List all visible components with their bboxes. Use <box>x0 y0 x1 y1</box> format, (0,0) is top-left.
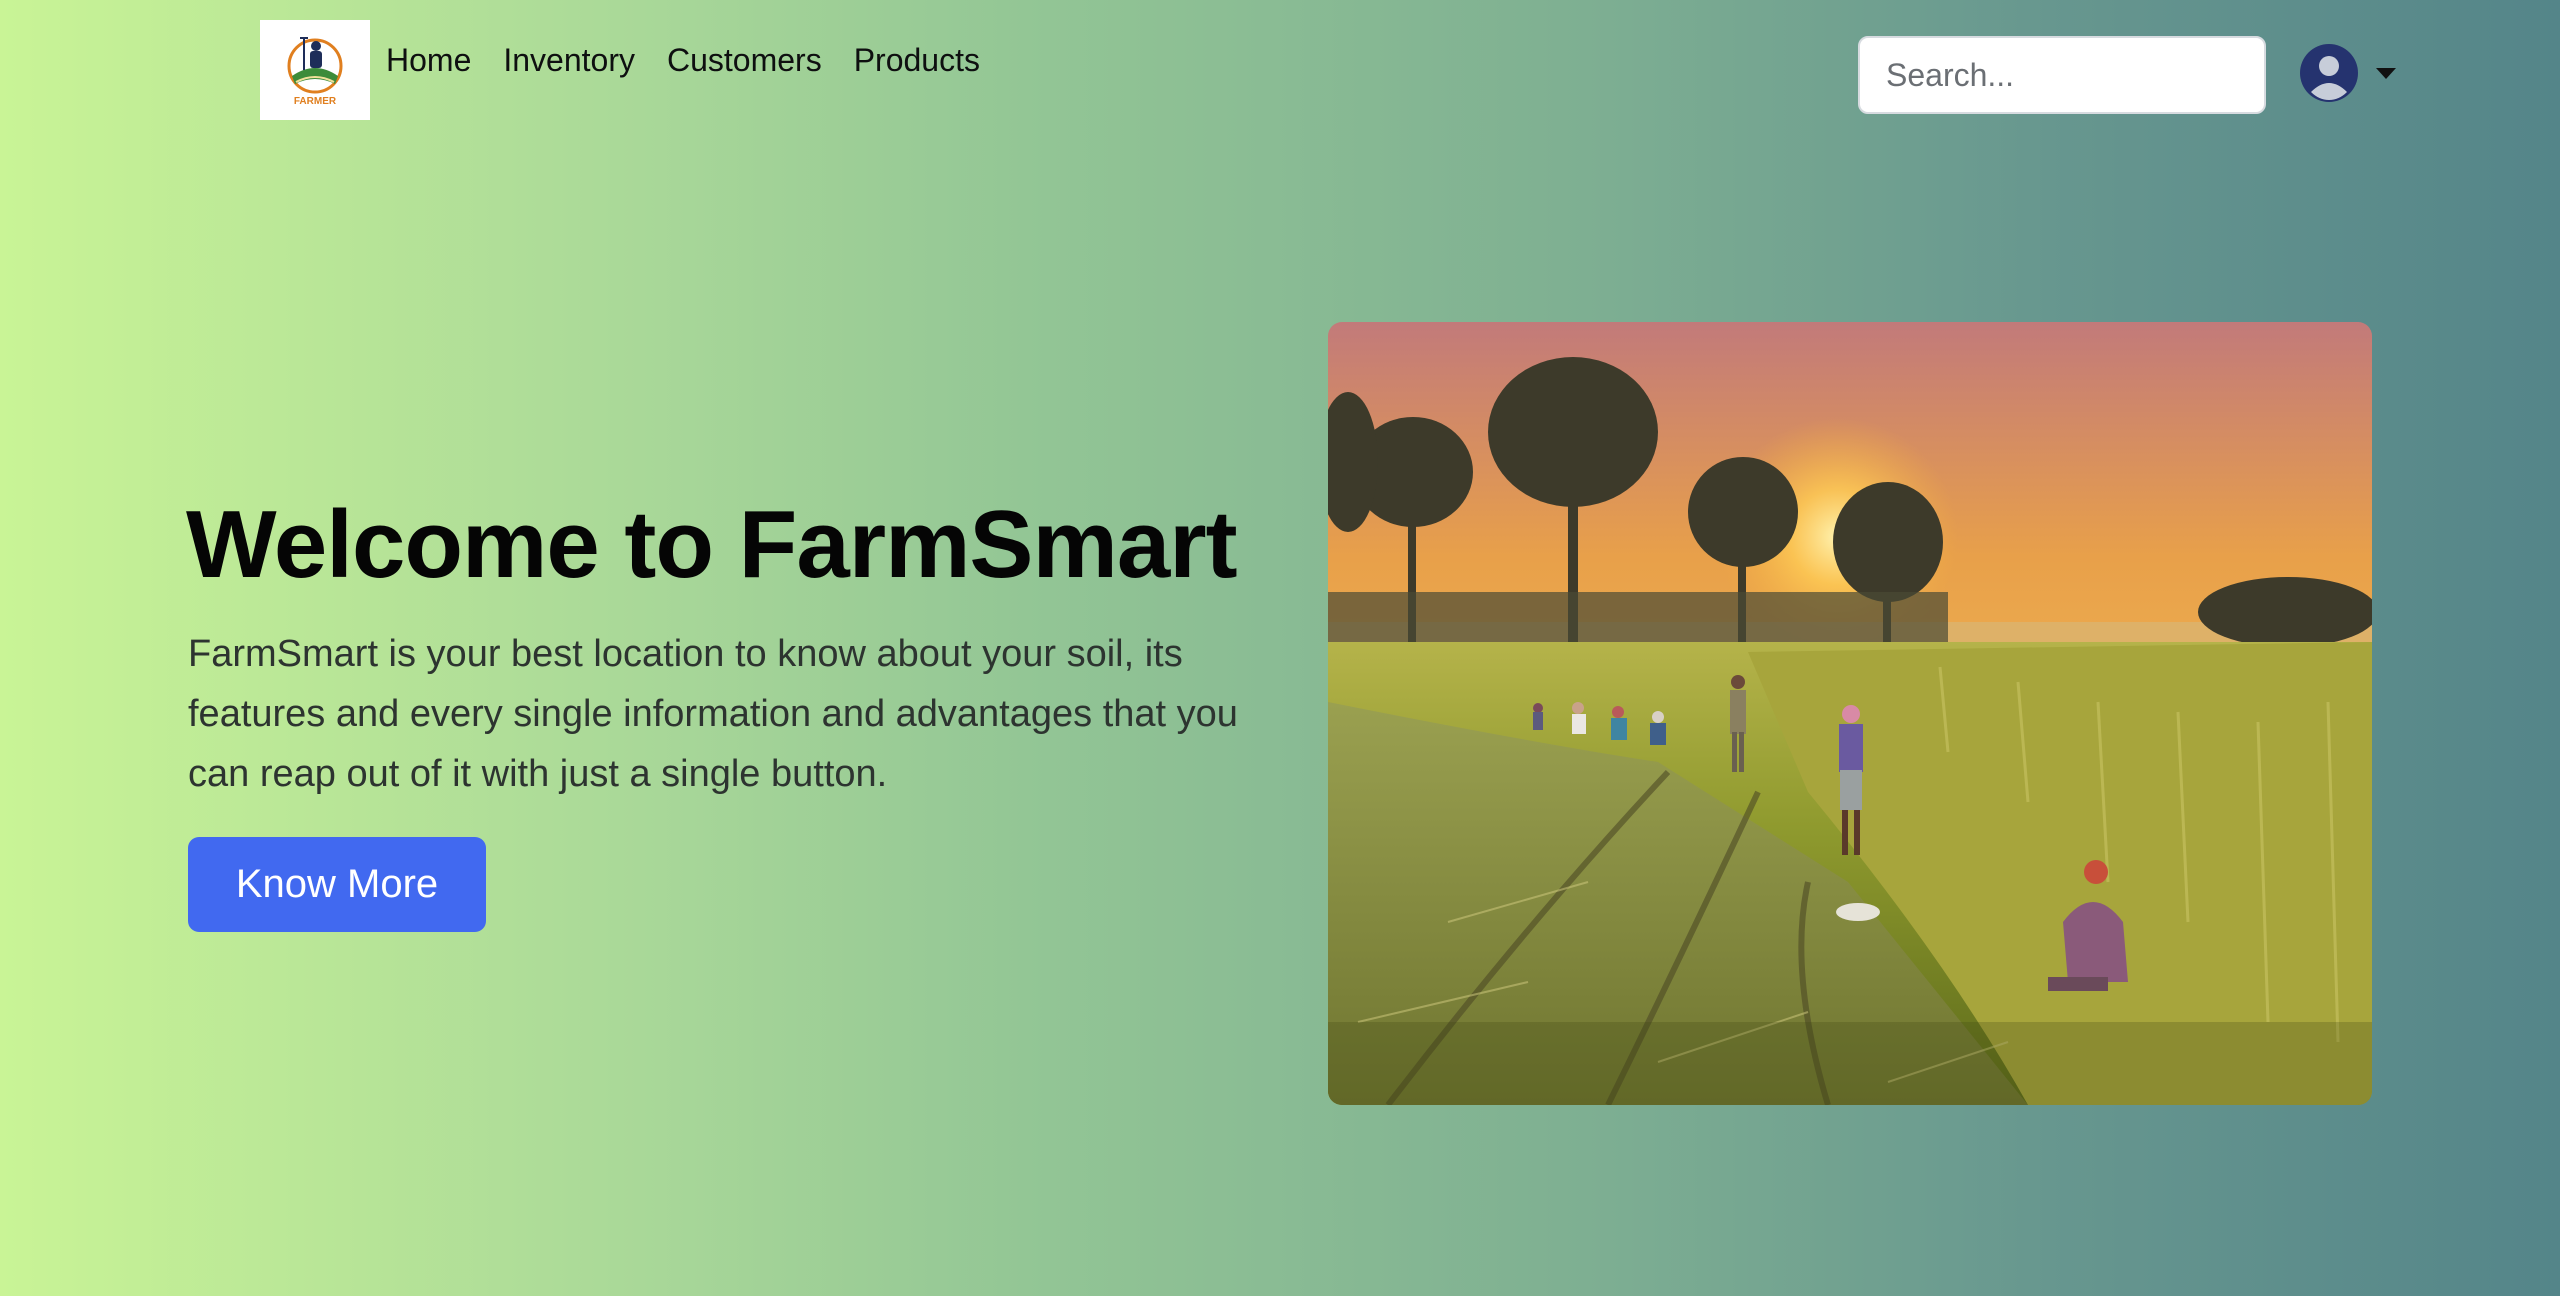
know-more-button[interactable]: Know More <box>188 837 486 932</box>
hero-description: FarmSmart is your best location to know … <box>188 633 1238 795</box>
nav-link-products[interactable]: Products <box>854 38 980 82</box>
nav-link-inventory[interactable]: Inventory <box>503 38 635 82</box>
caret-down-icon <box>2376 67 2396 79</box>
search-input[interactable] <box>1858 36 2266 114</box>
user-menu-toggle[interactable] <box>2300 44 2396 102</box>
logo-text: FARMER <box>294 96 337 107</box>
hero-image <box>1328 322 2372 1105</box>
hero-title: Welcome to FarmSmart <box>186 491 1238 598</box>
nav-links: Home Inventory Customers Products <box>386 38 980 82</box>
nav-link-customers[interactable]: Customers <box>667 38 822 82</box>
user-avatar-icon <box>2300 44 2358 102</box>
navbar: FARMER Home Inventory Customers Products <box>0 0 2560 140</box>
brand-logo[interactable]: FARMER <box>260 20 370 120</box>
farmer-logo-icon: FARMER <box>287 37 343 107</box>
nav-link-home[interactable]: Home <box>386 38 471 82</box>
rice-field-photo <box>1328 322 2372 1105</box>
